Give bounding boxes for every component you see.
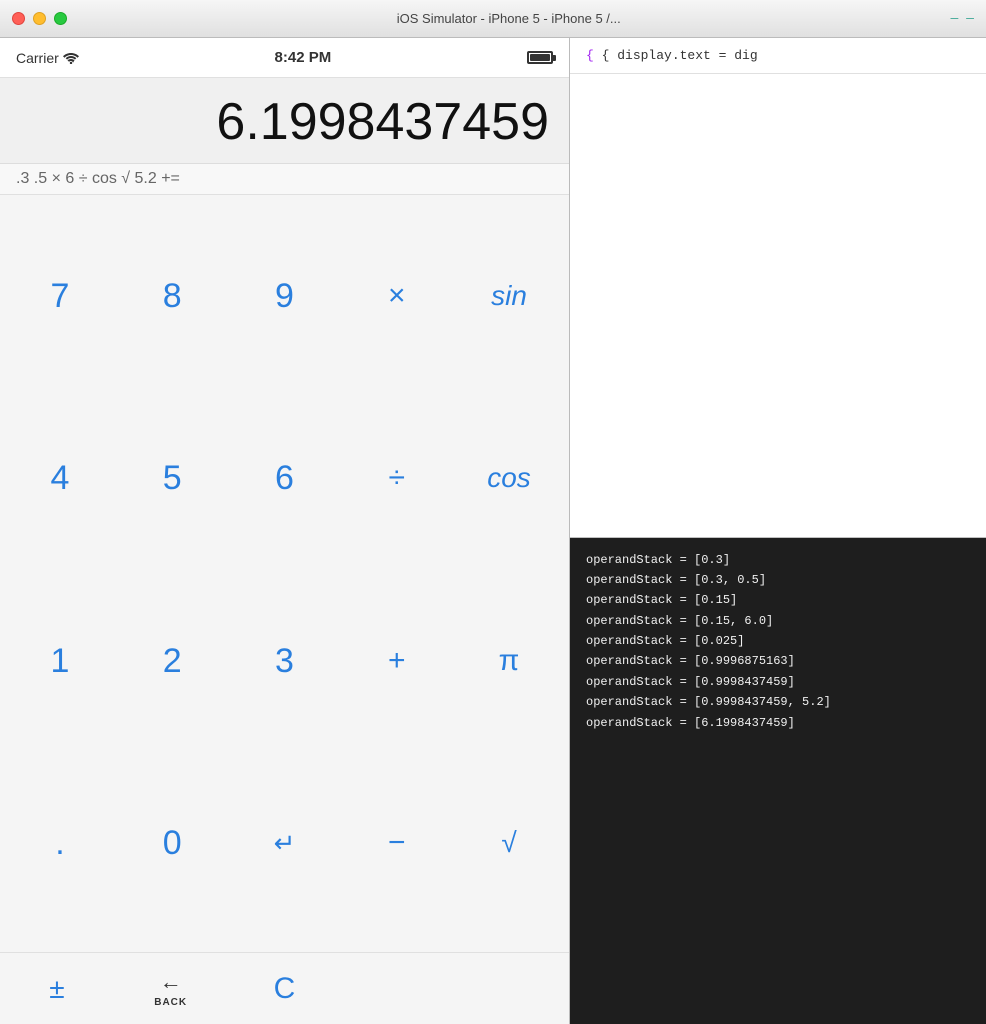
minimize-button[interactable]: [33, 12, 46, 25]
button-row-4: . 0 ↵ − √: [20, 752, 549, 934]
debug-line: operandStack = [0.3]: [586, 550, 970, 570]
title-bar: iOS Simulator - iPhone 5 - iPhone 5 /...…: [0, 0, 986, 38]
debug-line: operandStack = [0.9996875163]: [586, 651, 970, 671]
code-text: { display.text = dig: [602, 48, 758, 63]
status-time: 8:42 PM: [275, 49, 332, 66]
button-row-3: 1 2 3 + π: [20, 570, 549, 752]
debug-line: operandStack = [6.1998437459]: [586, 713, 970, 733]
button-sqrt[interactable]: √: [469, 821, 549, 865]
debug-line: operandStack = [0.15, 6.0]: [586, 611, 970, 631]
button-multiply[interactable]: ×: [357, 273, 437, 319]
back-label: BACK: [154, 997, 187, 1008]
back-arrow-icon: ←: [160, 969, 182, 995]
code-line: { { display.text = dig: [570, 38, 986, 74]
debug-line: operandStack = [0.15]: [586, 590, 970, 610]
button-cos[interactable]: cos: [469, 456, 549, 500]
code-brace: {: [586, 48, 602, 63]
button-plus-minus[interactable]: ±: [17, 973, 97, 1005]
button-plus[interactable]: +: [357, 638, 437, 684]
button-8[interactable]: 8: [132, 271, 212, 321]
button-row-1: 7 8 9 × sin: [20, 205, 549, 387]
button-6[interactable]: 6: [245, 453, 325, 503]
button-4[interactable]: 4: [20, 453, 100, 503]
battery-fill: [530, 54, 550, 61]
wifi-icon: [63, 52, 79, 64]
button-decimal[interactable]: .: [20, 818, 100, 868]
button-divide[interactable]: ÷: [357, 455, 437, 501]
battery-icon: [527, 51, 553, 64]
debug-line: operandStack = [0.9998437459, 5.2]: [586, 692, 970, 712]
button-sin[interactable]: sin: [469, 274, 549, 318]
debug-line: operandStack = [0.025]: [586, 631, 970, 651]
button-clear[interactable]: C: [244, 972, 324, 1006]
button-0[interactable]: 0: [132, 818, 212, 868]
code-panel: { { display.text = dig operandStack = [0…: [570, 38, 986, 1024]
window-title: iOS Simulator - iPhone 5 - iPhone 5 /...: [75, 11, 943, 26]
button-row-2: 4 5 6 ÷ cos: [20, 387, 549, 569]
button-3[interactable]: 3: [245, 636, 325, 686]
button-1[interactable]: 1: [20, 636, 100, 686]
debug-line: operandStack = [0.9998437459]: [586, 672, 970, 692]
button-pi[interactable]: π: [469, 638, 549, 684]
close-button[interactable]: [12, 12, 25, 25]
debug-output: operandStack = [0.3]operandStack = [0.3,…: [570, 538, 986, 1024]
carrier-label: Carrier: [16, 50, 79, 66]
code-area: [570, 74, 986, 537]
title-bar-indicator: — —: [951, 11, 974, 26]
button-5[interactable]: 5: [132, 453, 212, 503]
calculator-buttons: 7 8 9 × sin 4 5 6 ÷ cos 1 2: [0, 195, 569, 944]
button-enter[interactable]: ↵: [245, 822, 325, 864]
utility-row: ± ← BACK C: [0, 952, 569, 1024]
button-minus[interactable]: −: [357, 820, 437, 866]
display-value: 6.1998437459: [20, 94, 549, 151]
window-body: Carrier 8:42 PM 6.1998437459: [0, 38, 986, 1024]
expression-bar: .3 .5 × 6 ÷ cos √ 5.2 +=: [0, 164, 569, 195]
button-2[interactable]: 2: [132, 636, 212, 686]
iphone-status-bar: Carrier 8:42 PM: [0, 38, 569, 78]
window: iOS Simulator - iPhone 5 - iPhone 5 /...…: [0, 0, 986, 1024]
calculator-display: 6.1998437459: [0, 78, 569, 164]
simulator-panel: Carrier 8:42 PM 6.1998437459: [0, 38, 570, 1024]
button-back[interactable]: ← BACK: [131, 969, 211, 1008]
button-7[interactable]: 7: [20, 271, 100, 321]
button-9[interactable]: 9: [245, 271, 325, 321]
debug-line: operandStack = [0.3, 0.5]: [586, 570, 970, 590]
maximize-button[interactable]: [54, 12, 67, 25]
